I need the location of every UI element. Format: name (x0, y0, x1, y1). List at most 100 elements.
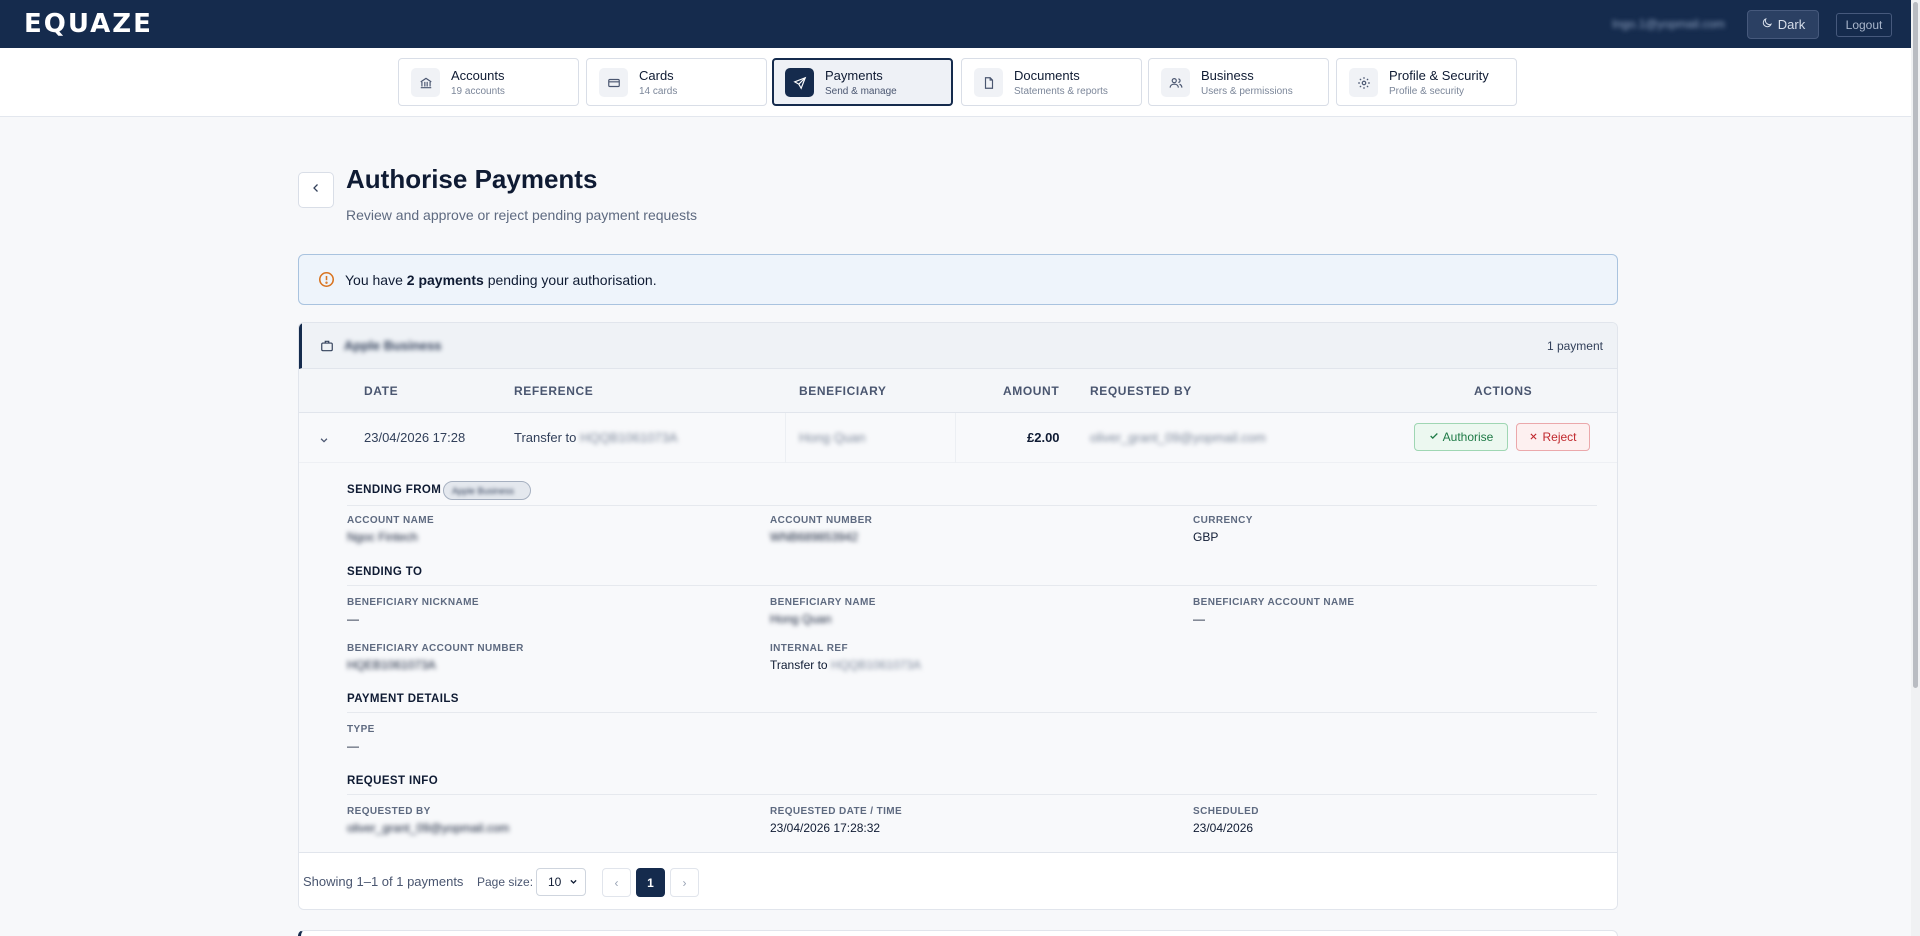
alert-count: 2 payments (406, 272, 484, 288)
theme-toggle-button[interactable]: Dark (1747, 10, 1819, 39)
group-name: Apple Business (344, 338, 442, 353)
page-size-select[interactable]: 10 (536, 868, 586, 896)
prev-page-button[interactable]: ‹ (602, 868, 631, 897)
field-value-internal-ref: Transfer to HQQB1061073A (770, 658, 921, 672)
nav-title: Cards (639, 68, 674, 83)
next-page-button[interactable]: › (670, 868, 699, 897)
section-title-payment-details: PAYMENT DETAILS (347, 693, 459, 705)
column-header-amount[interactable]: AMOUNT (1003, 384, 1059, 398)
page-subtitle: Review and approve or reject pending pay… (346, 207, 697, 223)
row-beneficiary: Hong Quan (799, 430, 866, 445)
payment-details-panel: SENDING FROM Apple Business ACCOUNT NAME… (299, 463, 1617, 853)
field-label: SCHEDULED (1193, 806, 1259, 817)
field-value-scheduled: 23/04/2026 (1193, 821, 1254, 835)
main-nav: Accounts 19 accounts Cards 14 cards Paym… (0, 48, 1920, 117)
column-header-beneficiary[interactable]: BENEFICIARY (799, 384, 887, 398)
nav-subtitle: Statements & reports (1014, 86, 1108, 97)
row-requested-by: oliver_grant_09@yopmail.com (1090, 430, 1266, 445)
back-button[interactable] (298, 172, 334, 208)
payment-group: Apple Business 1 payment DATE REFERENCE … (298, 322, 1618, 910)
row-amount: £2.00 (1027, 430, 1060, 445)
nav-accounts[interactable]: Accounts 19 accounts (398, 58, 579, 106)
moon-icon (1761, 17, 1773, 32)
alert-text: You have 2 payments pending your authori… (345, 272, 657, 288)
nav-subtitle: 14 cards (639, 86, 678, 97)
field-value-beneficiary-nickname: — (347, 612, 359, 626)
page-size-value: 10 (548, 875, 562, 889)
authorise-label: Authorise (1442, 430, 1494, 444)
nav-title: Accounts (451, 68, 505, 83)
table-header: DATE REFERENCE BENEFICIARY AMOUNT REQUES… (299, 369, 1617, 413)
nav-documents[interactable]: Documents Statements & reports (961, 58, 1142, 106)
row-date: 23/04/2026 17:28 (364, 430, 466, 445)
field-value-requested-datetime: 23/04/2026 17:28:32 (770, 821, 881, 835)
bank-icon (411, 68, 440, 97)
section-title-request-info: REQUEST INFO (347, 775, 439, 787)
field-label: BENEFICIARY ACCOUNT NAME (1193, 597, 1355, 608)
nav-subtitle: 19 accounts (451, 86, 505, 97)
field-label: CURRENCY (1193, 515, 1253, 526)
nav-payments[interactable]: Payments Send & manage (772, 58, 953, 106)
check-icon (1429, 430, 1439, 444)
column-header-actions: ACTIONS (1474, 384, 1533, 398)
nav-subtitle: Send & manage (825, 86, 897, 97)
chevron-down-icon (569, 875, 578, 889)
field-value-beneficiary-account-name: — (1193, 612, 1205, 626)
group-header[interactable]: Apple Business 1 payment (299, 323, 1617, 369)
section-title-sending-to: SENDING TO (347, 566, 423, 578)
page-1-button[interactable]: 1 (636, 868, 665, 897)
close-icon (1529, 430, 1538, 444)
field-value-account-number: WNB689853942 (770, 530, 859, 544)
field-value-type: — (347, 739, 359, 753)
scrollbar-thumb[interactable] (1913, 2, 1918, 688)
table-row[interactable]: 23/04/2026 17:28 Transfer to HQQB1061073… (299, 413, 1617, 463)
nav-profile-security[interactable]: Profile & Security Profile & security (1336, 58, 1517, 106)
top-bar: EQUAZE Ingo.1@yopmail.com Dark Logout (0, 0, 1920, 48)
user-email: Ingo.1@yopmail.com (1612, 17, 1725, 31)
chevron-down-icon[interactable] (319, 432, 329, 450)
page-size-label: Page size: (477, 875, 534, 889)
nav-subtitle: Profile & security (1389, 86, 1465, 97)
table-footer: Showing 1–1 of 1 payments Page size: 10 … (299, 853, 1617, 909)
authorise-button[interactable]: Authorise (1414, 423, 1508, 451)
field-value-account-name: Ngoc Fintech (347, 530, 418, 544)
chevron-left-icon (310, 181, 322, 199)
nav-cards[interactable]: Cards 14 cards (586, 58, 767, 106)
field-label: BENEFICIARY NICKNAME (347, 597, 479, 608)
field-value-currency: GBP (1193, 530, 1219, 544)
nav-title: Payments (825, 68, 883, 83)
section-title-sending-from: SENDING FROM (347, 484, 442, 496)
nav-business[interactable]: Business Users & permissions (1148, 58, 1329, 106)
field-label: BENEFICIARY NAME (770, 597, 876, 608)
credit-card-icon (599, 68, 628, 97)
page-title: Authorise Payments (346, 164, 598, 194)
nav-title: Documents (1014, 68, 1080, 83)
brand-logo[interactable]: EQUAZE (24, 11, 153, 37)
field-label: BENEFICIARY ACCOUNT NUMBER (347, 643, 524, 654)
logout-button[interactable]: Logout (1836, 13, 1892, 37)
send-icon (785, 68, 814, 97)
field-label: INTERNAL REF (770, 643, 848, 654)
users-icon (1161, 68, 1190, 97)
gear-icon (1349, 68, 1378, 97)
column-header-date[interactable]: DATE (364, 384, 398, 398)
field-value-beneficiary-name: Hong Quan (770, 612, 832, 626)
field-label: TYPE (347, 724, 375, 735)
reject-button[interactable]: Reject (1516, 423, 1590, 451)
column-header-reference[interactable]: REFERENCE (514, 384, 593, 398)
account-chip: Apple Business (443, 481, 531, 500)
briefcase-icon (320, 339, 334, 358)
field-label: ACCOUNT NUMBER (770, 515, 873, 526)
field-label: REQUESTED BY (347, 806, 431, 817)
field-value-requested-by: oliver_grant_09@yopmail.com (347, 821, 510, 835)
reject-label: Reject (1542, 430, 1577, 444)
pending-alert: You have 2 payments pending your authori… (298, 254, 1618, 305)
column-header-requested-by[interactable]: REQUESTED BY (1090, 384, 1192, 398)
field-label: ACCOUNT NAME (347, 515, 435, 526)
nav-title: Profile & Security (1389, 68, 1489, 83)
row-reference: Transfer to HQQB1061073A (514, 430, 678, 445)
nav-title: Business (1201, 68, 1254, 83)
next-payment-group (298, 930, 1618, 936)
document-icon (974, 68, 1003, 97)
theme-toggle-label: Dark (1777, 17, 1806, 32)
